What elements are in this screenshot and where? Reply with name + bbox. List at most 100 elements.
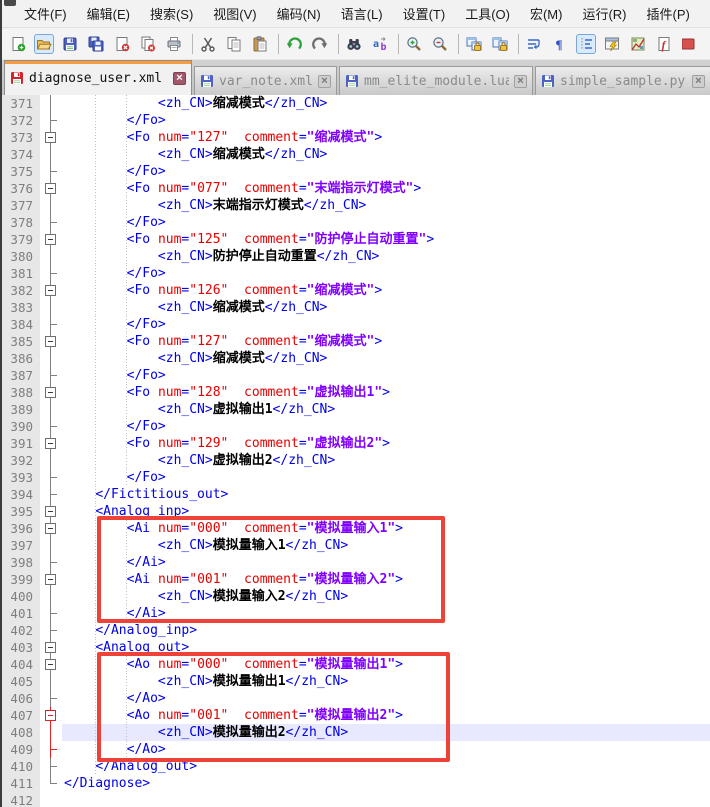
line-number[interactable]: 404 — [2, 656, 40, 673]
line-number[interactable]: 373 — [2, 129, 40, 146]
code-text[interactable]: </Fo> — [62, 214, 710, 231]
close-all-icon[interactable] — [138, 34, 158, 54]
tab-mm_elite_module-lua[interactable]: mm_elite_module.lua× — [339, 66, 533, 95]
line-number[interactable]: 382 — [2, 282, 40, 299]
line-number[interactable]: 377 — [2, 197, 40, 214]
zoom-in-icon[interactable] — [404, 34, 424, 54]
line-number[interactable]: 371 — [2, 95, 40, 112]
close-tab-icon[interactable]: × — [318, 75, 331, 88]
line-number[interactable]: 400 — [2, 588, 40, 605]
menu-item-plugins[interactable]: 插件(P) — [637, 1, 700, 26]
code-text[interactable]: <Fo num="128" comment="虚拟输出1"> — [62, 384, 710, 401]
menu-item-tools[interactable]: 工具(O) — [455, 1, 520, 26]
code-text[interactable]: </Fictitious_out> — [62, 486, 710, 503]
code-text[interactable]: <zh_CN>缩减模式</zh_CN> — [62, 350, 710, 367]
code-text[interactable]: </Fo> — [62, 469, 710, 486]
line-number[interactable]: 409 — [2, 741, 40, 758]
close-tab-icon[interactable]: × — [514, 75, 527, 88]
replace-icon[interactable]: ab — [370, 34, 390, 54]
line-number[interactable]: 380 — [2, 248, 40, 265]
line-number[interactable]: 397 — [2, 537, 40, 554]
code-text[interactable]: <zh_CN>缩减模式</zh_CN> — [62, 299, 710, 316]
code-text[interactable]: <Fo num="127" comment="缩减模式"> — [62, 129, 710, 146]
fold-collapse-icon[interactable] — [45, 523, 56, 534]
editor[interactable]: 371 <zh_CN>缩减模式</zh_CN> 372 </Fo> 373 <Fo … — [2, 95, 710, 807]
code-text[interactable]: <Ai num="000" comment="模拟量输入1"> — [62, 520, 710, 537]
code-text[interactable]: <Ao num="000" comment="模拟量输出1"> — [62, 656, 710, 673]
code-text[interactable]: <zh_CN>模拟量输出2</zh_CN> — [62, 724, 710, 741]
sync-horizontal-icon[interactable] — [490, 34, 510, 54]
code-text[interactable]: </Analog_inp> — [62, 622, 710, 639]
word-wrap-icon[interactable] — [524, 34, 544, 54]
fold-collapse-icon[interactable] — [45, 659, 56, 670]
code-text[interactable]: </Fo> — [62, 418, 710, 435]
code-text[interactable]: <zh_CN>末端指示灯模式</zh_CN> — [62, 197, 710, 214]
code-text[interactable]: </Fo> — [62, 367, 710, 384]
menu-item-search[interactable]: 搜索(S) — [140, 1, 203, 26]
code-text[interactable]: <Ai num="001" comment="模拟量输入2"> — [62, 571, 710, 588]
line-number[interactable]: 410 — [2, 758, 40, 775]
redo-icon[interactable] — [310, 34, 330, 54]
code-text[interactable]: <Fo num="126" comment="缩减模式"> — [62, 282, 710, 299]
line-number[interactable]: 384 — [2, 316, 40, 333]
menu-item-run[interactable]: 运行(R) — [572, 1, 636, 26]
fold-collapse-icon[interactable] — [45, 387, 56, 398]
undo-icon[interactable] — [284, 34, 304, 54]
tab-simple_sample-py[interactable]: simple_sample.py× — [535, 66, 710, 95]
copy-icon[interactable] — [224, 34, 244, 54]
line-number[interactable]: 374 — [2, 146, 40, 163]
line-number[interactable]: 403 — [2, 639, 40, 656]
code-text[interactable]: </Ai> — [62, 605, 710, 622]
menu-item-language[interactable]: 语言(L) — [331, 1, 393, 26]
close-tab-icon[interactable]: × — [692, 75, 705, 88]
code-text[interactable]: </Fo> — [62, 316, 710, 333]
code-text[interactable]: </Fo> — [62, 265, 710, 282]
code-text[interactable]: </Ao> — [62, 690, 710, 707]
menu-item-edit[interactable]: 编辑(E) — [77, 1, 140, 26]
line-number[interactable]: 372 — [2, 112, 40, 129]
line-number[interactable]: 383 — [2, 299, 40, 316]
menu-item-file[interactable]: 文件(F) — [14, 1, 77, 26]
fold-collapse-icon[interactable] — [45, 574, 56, 585]
menu-item-settings[interactable]: 设置(T) — [393, 1, 456, 26]
tab-var_note-xml[interactable]: var_note.xml× — [194, 66, 337, 95]
print-icon[interactable] — [164, 34, 184, 54]
line-number[interactable]: 381 — [2, 265, 40, 282]
document-map-icon[interactable] — [628, 34, 648, 54]
new-file-icon[interactable] — [8, 34, 28, 54]
paste-icon[interactable] — [250, 34, 270, 54]
code-text[interactable]: <Analog_inp> — [62, 503, 710, 520]
code-text[interactable]: </Ai> — [62, 554, 710, 571]
line-number[interactable]: 385 — [2, 333, 40, 350]
line-number[interactable]: 375 — [2, 163, 40, 180]
code-text[interactable]: <Fo num="077" comment="末端指示灯模式"> — [62, 180, 710, 197]
open-file-icon[interactable] — [34, 34, 54, 54]
line-number[interactable]: 392 — [2, 452, 40, 469]
fold-collapse-icon[interactable] — [45, 710, 56, 721]
line-number[interactable]: 401 — [2, 605, 40, 622]
code-text[interactable]: <Fo num="125" comment="防护停止自动重置"> — [62, 231, 710, 248]
code-text[interactable]: <zh_CN>模拟量输入2</zh_CN> — [62, 588, 710, 605]
line-number[interactable]: 391 — [2, 435, 40, 452]
code-text[interactable]: </Fo> — [62, 163, 710, 180]
line-number[interactable]: 402 — [2, 622, 40, 639]
zoom-out-icon[interactable] — [430, 34, 450, 54]
code-text[interactable]: </Fo> — [62, 112, 710, 129]
code-text[interactable]: <Analog_out> — [62, 639, 710, 656]
line-number[interactable]: 408 — [2, 724, 40, 741]
code-text[interactable]: <zh_CN>虚拟输出2</zh_CN> — [62, 452, 710, 469]
fold-collapse-icon[interactable] — [45, 438, 56, 449]
line-number[interactable]: 411 — [2, 775, 40, 792]
line-number[interactable]: 395 — [2, 503, 40, 520]
line-number[interactable]: 396 — [2, 520, 40, 537]
line-number[interactable]: 379 — [2, 231, 40, 248]
save-all-icon[interactable] — [86, 34, 106, 54]
code-text[interactable]: <Fo num="129" comment="虚拟输出2"> — [62, 435, 710, 452]
line-number[interactable]: 405 — [2, 673, 40, 690]
line-number[interactable]: 376 — [2, 180, 40, 197]
code-text[interactable] — [62, 792, 710, 807]
menu-item-encoding[interactable]: 编码(N) — [267, 1, 331, 26]
line-number[interactable]: 393 — [2, 469, 40, 486]
close-tab-icon[interactable]: × — [173, 72, 186, 85]
menu-item-view[interactable]: 视图(V) — [203, 1, 266, 26]
